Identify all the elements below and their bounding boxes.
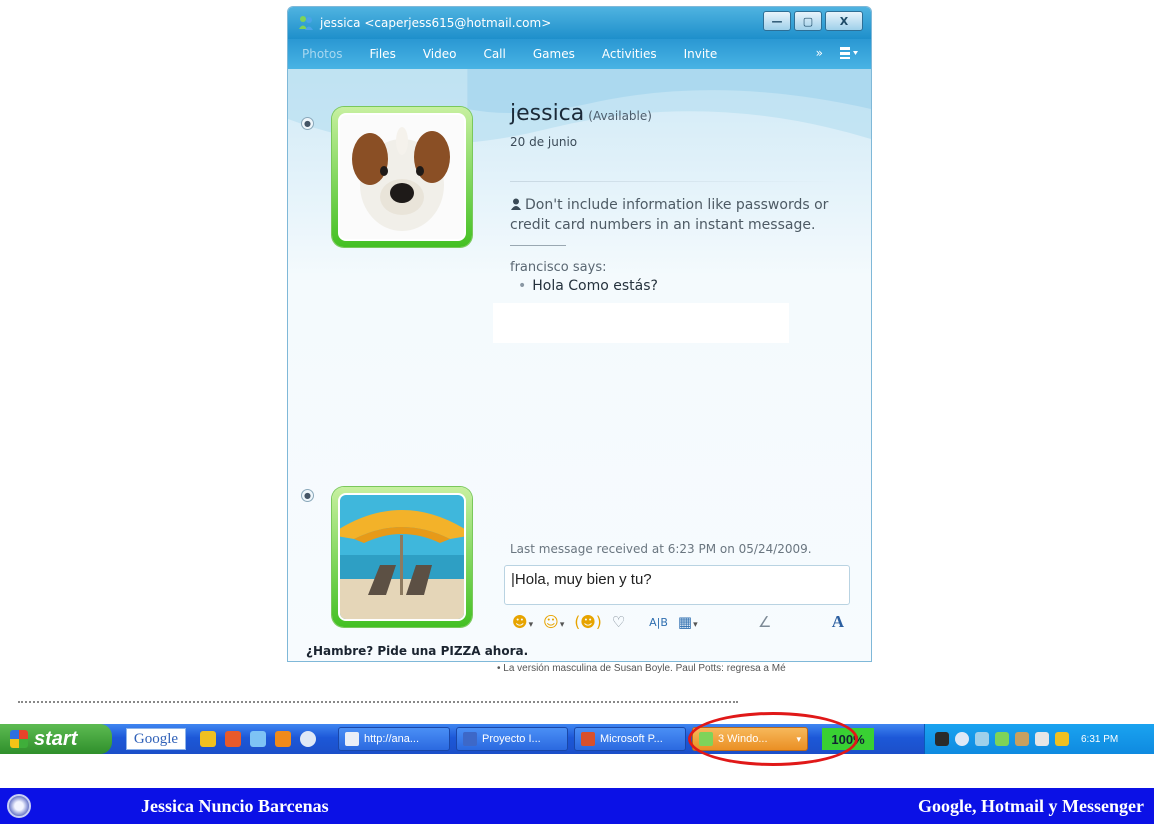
own-display-picture[interactable] (332, 487, 472, 627)
ie-icon[interactable] (200, 731, 216, 747)
menu-photos[interactable]: Photos (302, 47, 342, 61)
menu-activities[interactable]: Activities (602, 47, 657, 61)
quick-launch (200, 731, 316, 747)
start-button[interactable]: start (0, 724, 112, 754)
collapse-contact-icon[interactable]: ● (301, 117, 314, 130)
powerpoint-icon (581, 732, 595, 746)
close-button[interactable]: X (825, 11, 863, 31)
menu-games[interactable]: Games (533, 47, 575, 61)
window-title: jessica <caperjess615@hotmail.com> (320, 16, 552, 30)
background-status-line (18, 701, 738, 709)
task-browser[interactable]: http://ana... (338, 727, 450, 751)
app-quicklaunch-icon[interactable] (225, 731, 241, 747)
personal-message: 20 de junio (510, 135, 578, 149)
collapse-self-icon[interactable]: ● (301, 489, 314, 502)
windows-flag-icon (10, 730, 28, 748)
firefox-icon[interactable] (275, 731, 291, 747)
voice-clip-icon[interactable]: ♡ (612, 613, 625, 631)
security-warning: Don't include information like passwords… (510, 195, 850, 235)
messenger-window: jessica <caperjess615@hotmail.com> — ▢ X… (287, 6, 872, 662)
user-warning-icon (511, 198, 521, 210)
message-input[interactable]: |Hola, muy bien y tu? (504, 565, 850, 605)
blank-area (493, 303, 789, 343)
last-message-info: Last message received at 6:23 PM on 05/2… (510, 542, 812, 556)
system-tray: 6:31 PM (924, 724, 1154, 754)
nudge-icon[interactable]: (☻) (574, 613, 601, 631)
font-style-icon[interactable]: A|B (649, 616, 668, 629)
taskbar: start Google http://ana... Proyecto I...… (0, 724, 1154, 754)
menu-invite[interactable]: Invite (684, 47, 718, 61)
back-arrow-icon[interactable] (955, 732, 969, 746)
footer-topic: Google, Hotmail y Messenger (918, 795, 1144, 816)
task-browser-label: http://ana... (364, 733, 420, 745)
tray-app-icon[interactable] (935, 732, 949, 746)
task-powerpoint-label: Microsoft P... (600, 733, 663, 745)
google-toolbar-box[interactable]: Google (126, 728, 186, 750)
contact-name: jessica (Available) (510, 101, 652, 126)
compose-toolbar: ☻▾ ☺▾ (☻) ♡ A|B ▦▾ ∠ A (504, 609, 850, 635)
task-powerpoint[interactable]: Microsoft P... (574, 727, 686, 751)
highlight-circle (688, 712, 858, 766)
message-input-text: Hola, muy bien y tu? (514, 571, 652, 588)
divider-short (510, 245, 566, 246)
word-icon (463, 732, 477, 746)
handwriting-icon[interactable]: ∠ (758, 613, 771, 631)
sender-line: francisco says: (510, 260, 607, 275)
show-menu-icon[interactable] (839, 46, 859, 60)
conversation-area: ● jessica (Available) 20 de junio Don't … (288, 69, 871, 661)
text-mode-icon[interactable]: A (832, 612, 844, 632)
divider (510, 181, 840, 182)
contact-name-text: jessica (510, 101, 585, 126)
menu-call[interactable]: Call (483, 47, 505, 61)
messenger-buddy-icon (299, 16, 313, 30)
minimize-button[interactable]: — (763, 11, 791, 31)
browser-window-icon (345, 732, 359, 746)
antivirus-icon[interactable] (1055, 732, 1069, 746)
page: jessica <caperjess615@hotmail.com> — ▢ X… (0, 0, 1154, 824)
task-word-label: Proyecto I... (482, 733, 541, 745)
clock[interactable]: 6:31 PM (1081, 734, 1118, 745)
messenger-tray-icon[interactable] (995, 732, 1009, 746)
warning-text: Don't include information like passwords… (510, 197, 829, 233)
start-label: start (34, 727, 78, 750)
menu-files[interactable]: Files (369, 47, 395, 61)
university-seal-icon (7, 794, 31, 818)
contact-status: (Available) (588, 109, 652, 123)
chat-message-text: Hola Como estás? (532, 278, 658, 294)
contact-display-picture[interactable] (332, 107, 472, 247)
emoticon-button[interactable]: ☻▾ (512, 613, 533, 631)
slide-footer: Jessica Nuncio Barcenas Google, Hotmail … (0, 788, 1154, 824)
menu-video[interactable]: Video (423, 47, 457, 61)
messenger-quicklaunch-icon[interactable] (250, 731, 266, 747)
advertisement-link[interactable]: ¿Hambre? Pide una PIZZA ahora. (306, 644, 528, 658)
display-icon[interactable] (1035, 732, 1049, 746)
wink-button[interactable]: ☺▾ (543, 613, 564, 631)
footer-author: Jessica Nuncio Barcenas (141, 795, 329, 816)
background-news-line: • La versión masculina de Susan Boyle. P… (497, 663, 786, 674)
network-icon[interactable] (1015, 732, 1029, 746)
dog-picture-icon (340, 115, 464, 239)
volume-icon[interactable] (975, 732, 989, 746)
task-word[interactable]: Proyecto I... (456, 727, 568, 751)
beach-picture-icon (340, 495, 464, 619)
maximize-button[interactable]: ▢ (794, 11, 822, 31)
title-bar[interactable]: jessica <caperjess615@hotmail.com> — ▢ X (288, 7, 871, 39)
media-icon[interactable] (300, 731, 316, 747)
menu-bar: Photos Files Video Call Games Activities… (288, 39, 871, 69)
background-picture-button[interactable]: ▦▾ (678, 613, 698, 631)
more-menu-button[interactable]: » (816, 46, 823, 60)
chat-message: • Hola Como estás? (518, 278, 658, 294)
